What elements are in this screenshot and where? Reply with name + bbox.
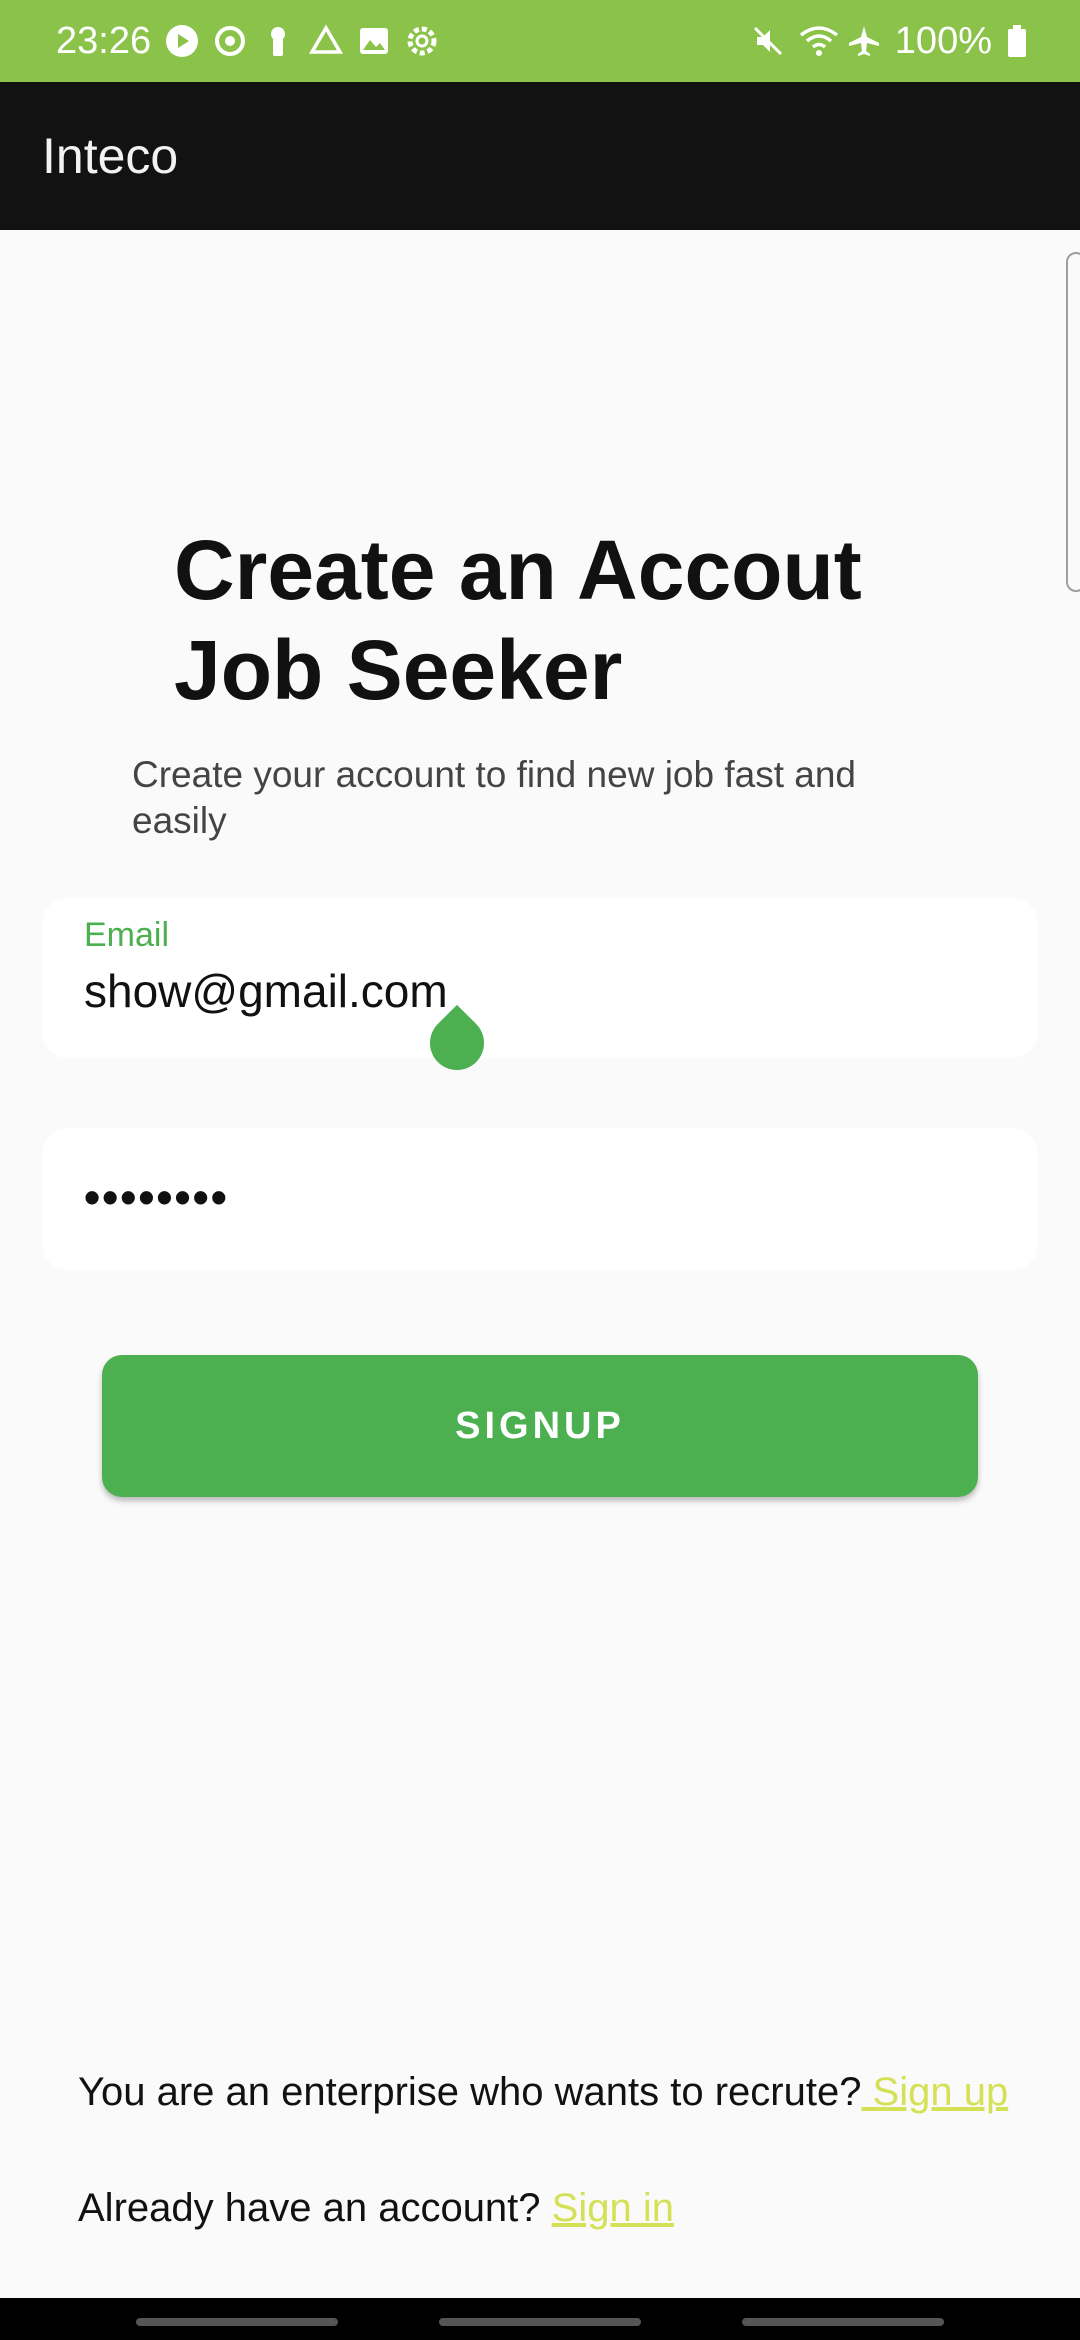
navigation-bar xyxy=(0,2298,1080,2340)
image-icon xyxy=(357,24,391,58)
page-subtitle: Create your account to find new job fast… xyxy=(132,754,856,841)
email-input[interactable]: show@gmail.com xyxy=(84,964,448,1018)
settings-icon xyxy=(405,24,439,58)
email-field[interactable]: Email show@gmail.com xyxy=(42,898,1038,1058)
wifi-icon xyxy=(799,24,838,58)
signup-screen: 23:26 100% Inteco Create an Accout Job S… xyxy=(0,0,1080,2340)
status-left: 23:26 xyxy=(56,20,439,63)
drive-icon xyxy=(309,24,344,58)
status-bar: 23:26 100% xyxy=(0,0,1080,82)
signin-link[interactable]: Sign in xyxy=(552,2186,674,2230)
page-title-line1: Create an Accout xyxy=(174,523,862,617)
mute-icon xyxy=(751,24,785,58)
password-input[interactable]: •••••••• xyxy=(84,1170,229,1224)
app-bar: Inteco xyxy=(0,82,1080,230)
sync-icon xyxy=(213,24,247,58)
email-label: Email xyxy=(84,916,170,954)
nav-pill-center[interactable] xyxy=(439,2318,641,2326)
status-right: 100% xyxy=(751,20,1040,63)
battery-percentage: 100% xyxy=(894,19,992,62)
airplane-icon xyxy=(847,24,881,58)
page-title-line2: Job Seeker xyxy=(174,623,623,717)
enterprise-signup-link[interactable]: Sign up xyxy=(861,2070,1009,2114)
nav-pill-left[interactable] xyxy=(136,2318,338,2326)
signin-prompt-text: Already have an account? xyxy=(78,2186,552,2230)
password-field[interactable]: •••••••• xyxy=(42,1128,1038,1270)
page-title: Create an Accout Job Seeker xyxy=(174,520,974,720)
enterprise-signup-prompt: You are an enterprise who wants to recru… xyxy=(78,2070,1008,2115)
battery-icon xyxy=(1006,24,1040,58)
app-title: Inteco xyxy=(42,128,179,184)
signin-prompt: Already have an account? Sign in xyxy=(78,2186,674,2231)
keyhole-icon xyxy=(261,24,295,58)
status-time: 23:26 xyxy=(56,19,152,62)
signup-button[interactable]: SIGNUP xyxy=(102,1355,978,1497)
nav-pill-right[interactable] xyxy=(742,2318,944,2326)
enterprise-prompt-text: You are an enterprise who wants to recru… xyxy=(78,2070,862,2114)
play-icon xyxy=(165,24,199,58)
scrollbar[interactable] xyxy=(1066,252,1080,592)
